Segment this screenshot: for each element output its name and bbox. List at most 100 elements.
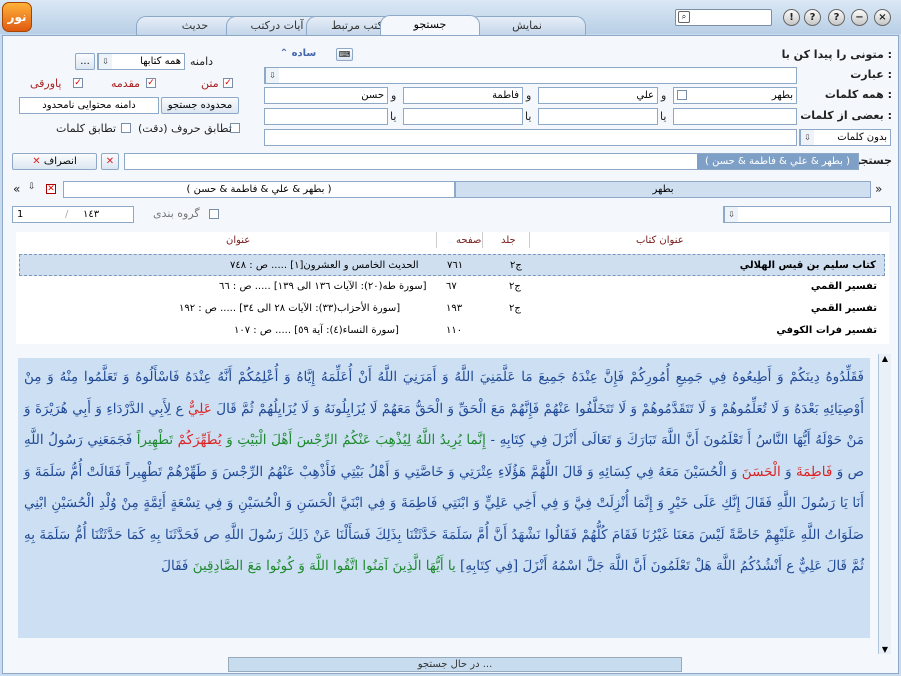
dropdown-icon[interactable]: ⇩ [800,130,814,145]
some-words-label: بعضی از کلمات : [800,109,892,122]
highlight-term: الْحَسَنَ [741,463,781,480]
cell-title: [سورة النساء(٤): آية ٥٩] ..... ص : ١٠٧ [234,325,399,336]
clear-query-button[interactable]: ✕ [101,153,119,170]
scroll-down-icon[interactable]: ▼ [879,645,891,654]
minimize-button[interactable]: − [851,9,868,26]
word-checkbox[interactable] [677,90,687,100]
close-icon: ✕ [105,156,115,167]
all-word-1[interactable]: بطهر [673,87,797,104]
dropdown-icon[interactable]: ⇩ [724,207,738,222]
word-match-checkbox[interactable] [121,123,131,133]
range-more-button[interactable]: ... [75,53,95,70]
cell-page: ١١٠ [446,325,463,336]
prev-arrow-icon[interactable]: « [13,182,20,196]
results-table: عنوان کتاب جلد صفحه عنوان کتاب سليم بن ق… [16,232,889,344]
dropdown-icon[interactable]: ⇩ [265,68,279,83]
info-button[interactable]: ! [783,9,800,26]
hadith-text-view[interactable]: فَقَلِّدُوهُ دِينَكُمْ وَ أَطِيعُوهُ فِي… [18,358,870,638]
quick-search-input[interactable]: ⌕ [675,9,772,26]
tab-display[interactable]: نمایش [468,16,586,35]
all-word-3[interactable]: فاطمة [403,87,523,104]
result-term-field: بطهر [455,181,871,198]
grouping-checkbox[interactable] [209,209,219,219]
and-label: و [391,89,397,102]
phrase-label: عبارت : [850,68,892,81]
some-word-1[interactable] [673,108,797,125]
cell-book: کتاب سليم بن قيس الهلالي [739,260,876,271]
tab-search[interactable]: جستجو [380,15,480,36]
some-word-3[interactable] [403,108,523,125]
intro-checkbox[interactable]: ✓ [146,78,156,88]
result-query-field: ( بطهر & علي & فاطمة & حسن ) [63,181,455,198]
page-current[interactable]: 1 [17,207,23,222]
some-word-2[interactable] [538,108,658,125]
header-volume[interactable]: جلد [501,235,516,246]
word-match-label: تطابق کلمات [56,122,117,135]
close-button[interactable]: × [874,9,891,26]
highlight-term: عَلِيٌّ [188,400,212,417]
cell-volume: ج٢ [509,303,521,314]
cell-page: ٦٧ [446,281,457,292]
without-words-select[interactable]: بدون کلمات ⇩ [799,129,891,146]
cell-volume: ج٢ [510,260,522,271]
header-book[interactable]: عنوان کتاب [636,235,684,246]
intro-label: مقدمه [111,77,141,90]
page-total: ١٤٣ [83,209,100,220]
text-scrollbar[interactable]: ▲ ▼ [878,354,891,654]
some-word-4[interactable] [264,108,388,125]
grouping-select[interactable]: ⇩ [723,206,891,223]
help-button[interactable]: ? [804,9,821,26]
page-navigator[interactable]: 1/١٤٣ [12,206,134,223]
cell-page: ١٩٣ [446,303,463,314]
cell-book: تفسير القمي [810,281,877,292]
remove-query-icon[interactable]: ✕ [46,184,56,194]
all-word-2[interactable]: علي [538,87,658,104]
all-word-4[interactable]: حسن [264,87,388,104]
cell-volume: ج٢ [509,281,521,292]
search-icon[interactable]: ⌕ [678,11,690,23]
footnote-checkbox[interactable]: ✓ [73,78,83,88]
cell-title: [سورة طه(٢٠): الآيات ١٣٦ الى ١٣٩] ..... … [219,281,427,292]
without-words-field[interactable] [264,129,797,146]
app-logo: نور [2,2,32,32]
range-label: دامنه [190,55,214,68]
quran-verse: إِنَّما يُرِيدُ اللَّهُ لِيُذْهِبَ عَنْك… [226,432,486,448]
close-icon: ✕ [32,156,41,167]
mode-simple[interactable]: ⌃ ساده [265,46,331,63]
range-select[interactable]: همه کتابها ⇩ [97,53,185,70]
dropdown-icon[interactable]: ⇩ [98,54,112,69]
cell-page: ٧٦١ [447,260,464,271]
search-range-button[interactable]: محدوده جستجو [161,97,239,114]
down-arrow-icon[interactable]: ⇩ [28,182,36,192]
header-page[interactable]: صفحه [456,235,481,246]
highlight-term: فَاطِمَةَ [796,463,833,480]
search-query-field: ( بطهر & علي & فاطمة & حسن ) [124,153,859,170]
table-row[interactable]: تفسير القمي ج٢ ٦٧ [سورة طه(٢٠): الآيات ١… [19,276,885,298]
highlight-term: يُطَهِّرَكُمْ [177,432,222,448]
keyboard-icon[interactable]: ⌨ [336,48,353,61]
or-label: یا [525,110,532,123]
next-arrow-icon[interactable]: » [875,182,882,196]
text-segment: فَقَالَ [161,558,189,574]
cancel-button[interactable]: انصراف ✕ [12,153,97,170]
mode-label: ساده [291,48,317,59]
help-button-2[interactable]: ? [828,9,845,26]
and-label: و [526,89,532,102]
cell-book: تفسير القمي [810,303,877,314]
phrase-field[interactable]: ⇩ [264,67,797,84]
text-checkbox[interactable]: ✓ [223,78,233,88]
table-row[interactable]: تفسير فرات الكوفي ١١٠ [سورة النساء(٤): آ… [19,320,885,342]
title-bar: نور حدیث آیات درکتب کتب مرتبط نمایش جستج… [0,0,901,36]
cell-book: تفسير فرات الكوفي [776,325,877,336]
cell-title: [سورة الأحزاب(٣٣): الآيات ٢٨ الى ٣٤] ...… [179,303,401,314]
footnote-label: پاورقی [30,77,62,90]
text-label: متن [201,77,219,90]
table-row[interactable]: تفسير القمي ج٢ ١٩٣ [سورة الأحزاب(٣٣): ال… [19,298,885,320]
find-label: متونی را پیدا کن با : [781,48,892,61]
scroll-up-icon[interactable]: ▲ [879,354,891,363]
content-range-field[interactable]: دامنه محتوایی نامحدود [19,97,159,114]
table-row[interactable]: کتاب سليم بن قيس الهلالي ج٢ ٧٦١ الحديث ا… [19,254,885,276]
text-segment: وَ [785,463,792,480]
chevron-up-icon: ⌃ [279,48,292,59]
header-title[interactable]: عنوان [226,235,250,246]
